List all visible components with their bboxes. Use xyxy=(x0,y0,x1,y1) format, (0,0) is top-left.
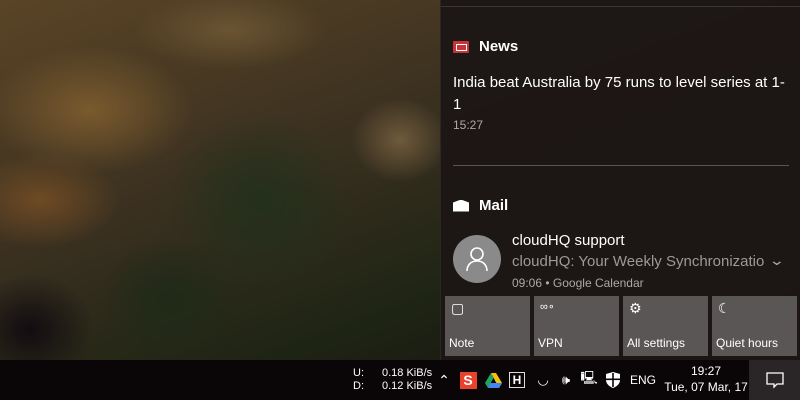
shield-icon[interactable] xyxy=(602,360,624,400)
network-icon[interactable]: 🖳 xyxy=(578,360,600,400)
tile-label: VPN xyxy=(538,336,563,350)
tile-label: Note xyxy=(449,336,475,350)
action-center-panel: News India beat Australia by 75 runs to … xyxy=(440,0,800,360)
quiet-hours-button[interactable]: ☾ Quiet hours xyxy=(712,296,797,356)
volume-icon[interactable]: 🕪 xyxy=(555,360,577,400)
vpn-button[interactable]: ∞∘ VPN xyxy=(534,296,619,356)
notification-icon xyxy=(765,371,784,389)
chevron-up-icon[interactable]: ⌃ xyxy=(436,360,452,400)
divider xyxy=(441,6,800,7)
clock-time: 19:27 xyxy=(690,364,722,378)
news-icon xyxy=(453,40,469,53)
divider xyxy=(453,165,789,166)
avatar xyxy=(453,235,501,283)
separator: • xyxy=(545,276,550,290)
person-icon xyxy=(466,247,488,272)
mail-source: Google Calendar xyxy=(552,276,644,290)
vpn-icon: ∞∘ xyxy=(540,301,555,313)
mail-sender[interactable]: cloudHQ support xyxy=(512,232,625,249)
tile-label: Quiet hours xyxy=(716,336,779,350)
news-group-header[interactable]: News xyxy=(453,38,518,55)
news-time: 15:27 xyxy=(453,118,484,132)
action-center-button[interactable] xyxy=(749,360,800,400)
moon-icon: ☾ xyxy=(718,300,731,316)
quick-actions: ▢ Note ∞∘ VPN ⚙ All settings ☾ Quiet hours xyxy=(445,296,797,356)
news-header-label: News xyxy=(479,38,519,55)
mail-subject[interactable]: cloudHQ: Your Weekly Synchronization xyxy=(512,253,764,270)
h-app-icon[interactable]: H xyxy=(507,360,527,400)
language-indicator[interactable]: ENG xyxy=(628,360,658,400)
note-icon: ▢ xyxy=(451,300,465,316)
note-button[interactable]: ▢ Note xyxy=(445,296,530,356)
google-drive-icon[interactable] xyxy=(483,360,503,400)
mail-icon xyxy=(453,199,469,212)
tile-label: All settings xyxy=(627,336,686,350)
download-label: D: xyxy=(353,380,364,392)
taskbar: U: 0.18 KiB/s D: 0.12 KiB/s ⌃ S H ◡ 🕪 🖳 EN… xyxy=(0,360,800,400)
network-speed-meter: U: 0.18 KiB/s D: 0.12 KiB/s xyxy=(353,367,432,393)
upload-label: U: xyxy=(353,367,364,379)
upload-value: 0.18 KiB/s xyxy=(382,367,433,379)
s-app-icon[interactable]: S xyxy=(458,360,478,400)
gear-icon: ⚙ xyxy=(629,300,642,316)
chevron-down-icon[interactable]: ⌄ xyxy=(769,252,785,269)
bird-app-icon[interactable]: ◡ xyxy=(532,360,554,400)
mail-meta: 09:06 • Google Calendar xyxy=(512,276,644,290)
download-value: 0.12 KiB/s xyxy=(382,380,433,392)
mail-group-header[interactable]: Mail xyxy=(453,197,508,214)
mail-header-label: Mail xyxy=(479,197,509,214)
mail-time: 09:06 xyxy=(512,276,543,290)
clock-date: Tue, 07 Mar, 17 xyxy=(664,380,748,394)
news-headline[interactable]: India beat Australia by 75 runs to level… xyxy=(453,72,793,116)
clock[interactable]: 19:27 Tue, 07 Mar, 17 xyxy=(662,363,750,395)
all-settings-button[interactable]: ⚙ All settings xyxy=(623,296,708,356)
